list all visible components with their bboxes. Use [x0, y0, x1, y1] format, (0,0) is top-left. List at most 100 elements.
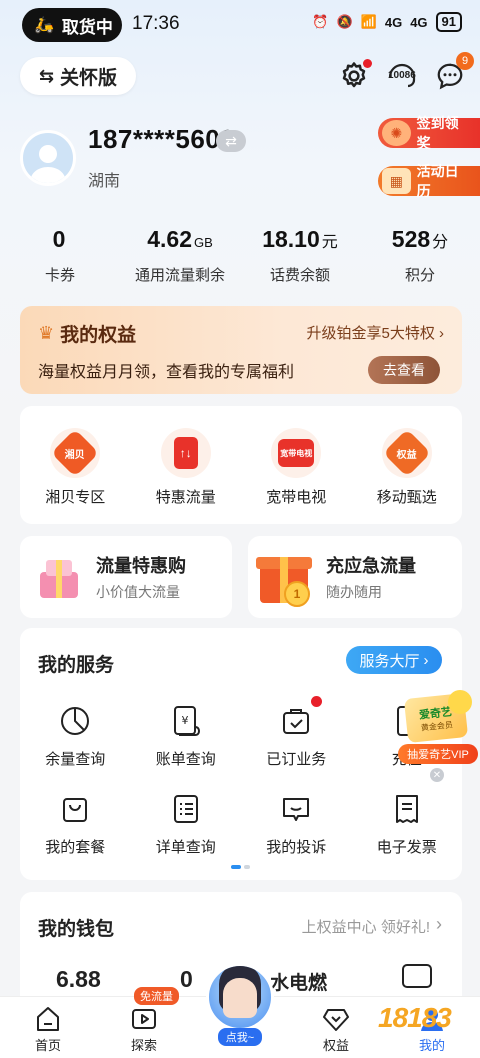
messages-button[interactable]: 9	[432, 52, 474, 94]
wifi-icon: 📶	[360, 14, 377, 29]
iqiyi-vip-floating-ad[interactable]: 爱奇艺 黄金会员 抽爱奇艺VIP	[398, 690, 478, 766]
select-icon: 权益	[381, 428, 432, 478]
invoice-icon	[388, 790, 426, 828]
phone-number: 187****5603	[88, 124, 236, 154]
wheel-icon: ✺	[382, 120, 411, 146]
swap-icon: ⇄	[225, 132, 237, 149]
stat-label: 积分	[404, 267, 435, 284]
care-mode-button[interactable]: ⇆ 关怀版	[20, 57, 136, 95]
stat-value: 0	[52, 226, 66, 252]
package-icon	[56, 790, 94, 828]
status-time: 17:36	[132, 13, 180, 34]
nav-assistant[interactable]: 点我~	[192, 963, 288, 1058]
delivery-status-pill[interactable]: 🛵 取货中	[22, 8, 122, 42]
calendar-icon: ▦	[382, 168, 411, 194]
service-detail-query[interactable]: 详单查询	[131, 790, 242, 857]
wallet-title: 我的钱包	[38, 919, 115, 940]
alarm-icon: ⏰	[312, 14, 329, 29]
avatar[interactable]	[20, 130, 76, 186]
chevron-right-icon: ›	[436, 914, 442, 934]
upgrade-link[interactable]: 升级铂金享5大特权 ›	[306, 322, 444, 343]
default-user-icon	[30, 145, 66, 183]
service-complaint[interactable]: 我的投诉	[241, 790, 352, 857]
service-hall-label: 服务大厅	[359, 652, 420, 670]
close-icon: ✕	[432, 769, 442, 781]
nav-home[interactable]: 首页	[0, 997, 96, 1058]
free-data-badge: 免流量	[134, 987, 179, 1005]
view-benefits-button[interactable]: 去查看	[368, 356, 440, 384]
stat-points[interactable]: 528 分 积分	[360, 226, 480, 285]
service-my-package[interactable]: 我的套餐	[20, 790, 131, 857]
service-e-invoice[interactable]: 电子发票	[352, 790, 463, 857]
xiangbei-icon: 湘贝	[50, 428, 101, 478]
checkin-button[interactable]: ✺ 签到领奖	[378, 115, 480, 151]
data-deal-promo[interactable]: 流量特惠购 小价值大流量	[20, 536, 232, 618]
home-icon	[37, 1007, 59, 1031]
iqiyi-ribbon: 抽爱奇艺VIP	[398, 744, 478, 764]
iqiyi-sub-text: 黄金会员	[420, 719, 454, 733]
promo-subtitle: 小价值大流量	[96, 584, 180, 600]
wallet-icon[interactable]	[402, 964, 432, 988]
nav-label: 权益	[322, 1038, 349, 1053]
service-subscribed[interactable]: 已订业务	[241, 696, 352, 769]
promo-subtitle: 随办随用	[326, 584, 382, 600]
service-label: 账单查询	[155, 751, 216, 768]
wallet-value-2[interactable]: 0	[180, 966, 193, 993]
service-bill-query[interactable]: ¥ 账单查询	[131, 702, 242, 769]
services-title: 我的服务	[38, 655, 115, 676]
bag-icon	[277, 702, 315, 740]
stat-label: 卡券	[44, 267, 75, 284]
benefits-center-text: 上权益中心 领好礼!	[301, 919, 430, 936]
activity-calendar-button[interactable]: ▦ 活动日历	[378, 163, 480, 199]
benefits-title: ♛ 我的权益	[38, 320, 136, 347]
service-balance-query[interactable]: 余量查询	[20, 702, 131, 769]
care-mode-label: 关怀版	[60, 67, 118, 89]
coin-icon: 1	[284, 581, 310, 607]
stat-label: 话费余额	[269, 267, 330, 284]
quick-entry-mobile-select[interactable]: 权益 移动甄选	[352, 428, 463, 507]
nav-label: 首页	[34, 1038, 61, 1053]
nav-label: 点我~	[217, 1028, 263, 1046]
nav-label: 我的	[418, 1038, 445, 1053]
stat-data-remaining[interactable]: 4.62 GB 通用流量剩余	[120, 226, 240, 285]
utility-label[interactable]: 水电燃	[270, 968, 327, 995]
watermark-logo: 18183	[378, 1002, 452, 1033]
stat-unit: 分	[432, 234, 449, 251]
quick-entry-data-deals[interactable]: ↑↓ 特惠流量	[131, 428, 242, 507]
stat-balance[interactable]: 18.10 元 话费余额	[240, 226, 360, 285]
chevron-right-icon: ›	[423, 651, 429, 669]
gift-box-icon	[36, 554, 82, 600]
nav-benefits[interactable]: 权益	[288, 997, 384, 1058]
calendar-label: 活动日历	[416, 163, 459, 199]
quick-entry-xiangbei[interactable]: 湘贝 湘贝专区	[20, 428, 131, 507]
select-icon-text: 权益	[396, 449, 417, 461]
signal-1-label: 4G	[384, 14, 403, 30]
promo-title: 充应急流量	[326, 556, 416, 576]
crown-icon: ♛	[38, 323, 55, 343]
nav-label: 探索	[130, 1038, 157, 1053]
quick-entry-broadband-tv[interactable]: 宽带电视 宽带电视	[241, 428, 352, 507]
nav-explore[interactable]: 免流量 探索	[96, 987, 192, 1058]
settings-button[interactable]	[336, 58, 372, 94]
stat-coupons[interactable]: 0 卡券	[0, 226, 120, 285]
stat-value: 528	[391, 226, 431, 252]
wallet-value-1[interactable]: 6.88	[56, 966, 101, 993]
my-benefits-card[interactable]: ♛ 我的权益 升级铂金享5大特权 › 海量权益月月领，查看我的专属福利 去查看	[20, 306, 462, 394]
my-services-card: 我的服务 服务大厅› 余量查询 ¥ 账单查询 已订业务 充值 我的套餐 详单查询	[20, 628, 462, 880]
mascot-icon	[448, 690, 472, 714]
assistant-face	[223, 978, 257, 1018]
close-ad-button[interactable]: ✕	[430, 768, 444, 782]
play-icon	[132, 1009, 156, 1029]
mute-icon: 🔕	[336, 14, 353, 29]
delivery-icon: 🛵	[34, 17, 54, 34]
switch-account-button[interactable]: ⇄	[216, 130, 246, 152]
promo-title: 流量特惠购	[96, 556, 186, 576]
service-hall-button[interactable]: 服务大厅 ›	[346, 646, 442, 674]
service-label: 电子发票	[376, 839, 437, 856]
service-label: 余量查询	[45, 751, 106, 768]
quick-entry-label: 湘贝专区	[45, 489, 106, 506]
emergency-data-promo[interactable]: 1 充应急流量 随办随用	[248, 536, 462, 618]
benefits-center-link[interactable]: 上权益中心 领好礼! ›	[301, 914, 442, 937]
stat-unit: GB	[193, 235, 213, 250]
service-hotline-button[interactable]: 10086	[384, 58, 420, 94]
